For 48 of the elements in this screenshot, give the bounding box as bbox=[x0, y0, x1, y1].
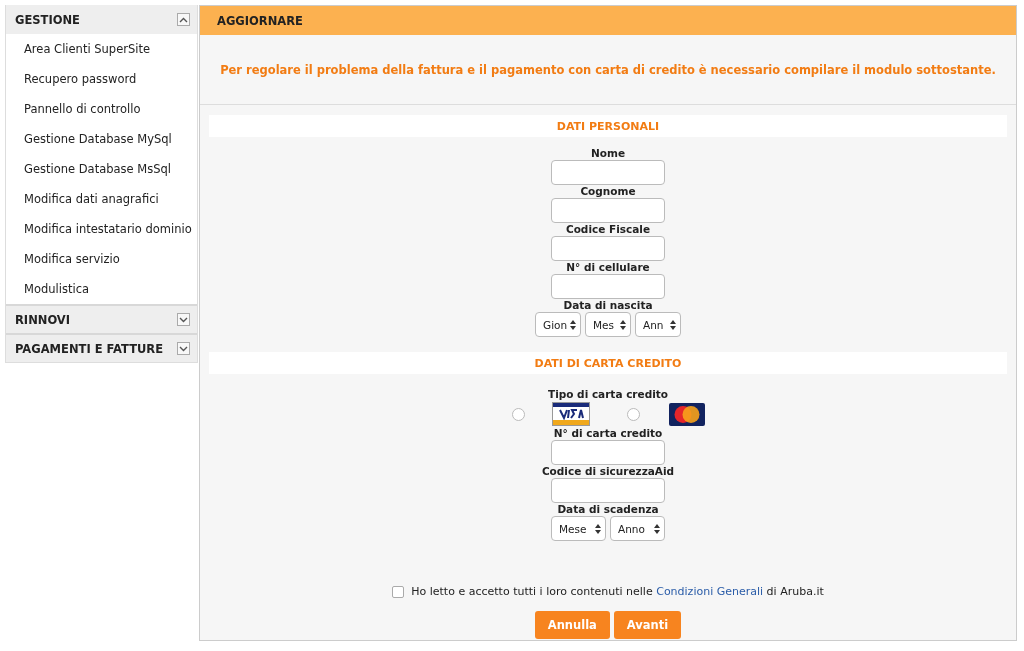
field-label: Nome bbox=[590, 147, 626, 160]
panel-title: AGGIORNARE bbox=[217, 13, 303, 28]
sidebar-section-header[interactable]: PAGAMENTI E FATTURE bbox=[6, 333, 197, 362]
input-field[interactable] bbox=[551, 236, 665, 261]
field-label: N° di carta credito bbox=[553, 427, 663, 440]
updown-arrows-icon bbox=[570, 319, 576, 330]
field-label: N° di cellulare bbox=[566, 261, 650, 274]
field-label: Codice di sicurezzaAid bbox=[541, 465, 675, 478]
field-label: Tipo di carta credito bbox=[547, 388, 668, 401]
field-label: Cognome bbox=[580, 185, 636, 198]
section-heading: DATI PERSONALI bbox=[209, 115, 1007, 137]
section-title: RINNOVI bbox=[15, 312, 71, 327]
chevron-up-icon bbox=[179, 16, 188, 23]
updown-arrows-icon bbox=[620, 319, 626, 330]
updown-arrows-icon bbox=[670, 319, 676, 330]
radio-button[interactable] bbox=[511, 407, 525, 421]
intro-text: Per regolare il problema della fattura e il pagamento con carta di credito è necessario compilare il modulo sottostante. bbox=[200, 35, 1016, 105]
input-field[interactable] bbox=[551, 160, 665, 185]
dropdown-select[interactable]: Anno bbox=[610, 516, 665, 541]
visa-card-icon bbox=[551, 402, 590, 426]
updown-arrows-icon bbox=[595, 523, 601, 534]
agreement-text: Ho letto e accetto tutti i loro contenuti nelle Condizioni Generali di Aruba.it bbox=[411, 585, 824, 598]
section-title: PAGAMENTI E FATTURE bbox=[15, 341, 164, 356]
input-field[interactable] bbox=[551, 478, 665, 503]
chevron-down-icon bbox=[179, 316, 188, 323]
field-label: Data di nascita bbox=[563, 299, 653, 312]
input-field[interactable] bbox=[551, 198, 665, 223]
section-title: GESTIONE bbox=[15, 12, 80, 27]
chevron-down-icon bbox=[179, 345, 188, 352]
updown-arrows-icon bbox=[654, 523, 660, 534]
sidebar-section-header[interactable]: GESTIONE bbox=[6, 5, 197, 34]
field-label: Data di scadenza bbox=[557, 503, 659, 516]
dropdown-select[interactable]: Mese bbox=[551, 516, 606, 541]
dropdown-select[interactable]: Ann bbox=[635, 312, 681, 337]
checkbox[interactable] bbox=[392, 585, 405, 598]
terms-link[interactable]: Condizioni Generali bbox=[656, 585, 764, 598]
sidebar-section-header[interactable]: RINNOVI bbox=[6, 304, 197, 333]
radio-button[interactable] bbox=[626, 407, 640, 421]
toggle-button[interactable] bbox=[177, 313, 190, 326]
dropdown-select[interactable]: Gion bbox=[535, 312, 581, 337]
field-label: Codice Fiscale bbox=[565, 223, 651, 236]
toggle-button[interactable] bbox=[177, 342, 190, 355]
mastercard-card-icon bbox=[668, 402, 705, 426]
input-field[interactable] bbox=[551, 274, 665, 299]
input-field[interactable] bbox=[551, 440, 665, 465]
section-heading: DATI DI CARTA CREDITO bbox=[209, 352, 1007, 374]
toggle-button[interactable] bbox=[177, 13, 190, 26]
dropdown-select[interactable]: Mes bbox=[585, 312, 631, 337]
